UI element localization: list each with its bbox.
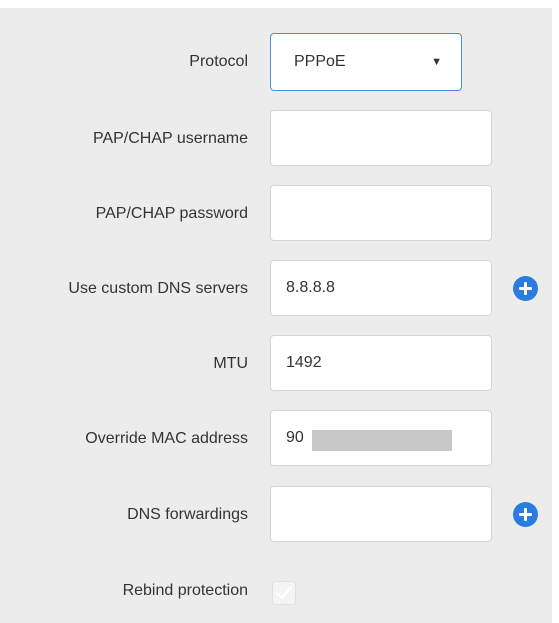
checkmark-icon	[276, 586, 292, 600]
mac-label: Override MAC address	[85, 430, 248, 447]
password-label: PAP/CHAP password	[95, 205, 248, 222]
dns-servers-input[interactable]	[270, 260, 492, 316]
dns-forwardings-row: DNS forwardings	[0, 486, 552, 544]
mac-row: Override MAC address	[0, 410, 552, 468]
mtu-input[interactable]	[270, 335, 492, 391]
dns-forwardings-label: DNS forwardings	[127, 506, 248, 523]
add-dns-forwarding-button[interactable]	[513, 502, 538, 527]
password-input[interactable]	[270, 185, 492, 241]
redaction-bar	[312, 430, 452, 451]
rebind-label: Rebind protection	[122, 582, 248, 599]
add-dns-server-button[interactable]	[513, 276, 538, 301]
protocol-row: Protocol PPPoE ▼	[0, 33, 552, 91]
dns-servers-row: Use custom DNS servers	[0, 260, 552, 318]
protocol-label: Protocol	[189, 53, 248, 70]
rebind-checkbox[interactable]	[272, 581, 296, 605]
dns-servers-label: Use custom DNS servers	[68, 280, 248, 297]
username-row: PAP/CHAP username	[0, 110, 552, 168]
protocol-selected-value: PPPoE	[294, 53, 346, 70]
mtu-row: MTU	[0, 335, 552, 393]
password-row: PAP/CHAP password	[0, 185, 552, 243]
caret-down-icon: ▼	[431, 56, 442, 68]
protocol-select[interactable]: PPPoE ▼	[270, 33, 462, 91]
username-label: PAP/CHAP username	[92, 130, 248, 147]
rebind-row: Rebind protection	[0, 562, 552, 620]
dns-forwardings-input[interactable]	[270, 486, 492, 542]
username-input[interactable]	[270, 110, 492, 166]
mtu-label: MTU	[213, 355, 248, 372]
form-panel: Protocol PPPoE ▼ PAP/CHAP username PAP/C…	[0, 8, 552, 623]
